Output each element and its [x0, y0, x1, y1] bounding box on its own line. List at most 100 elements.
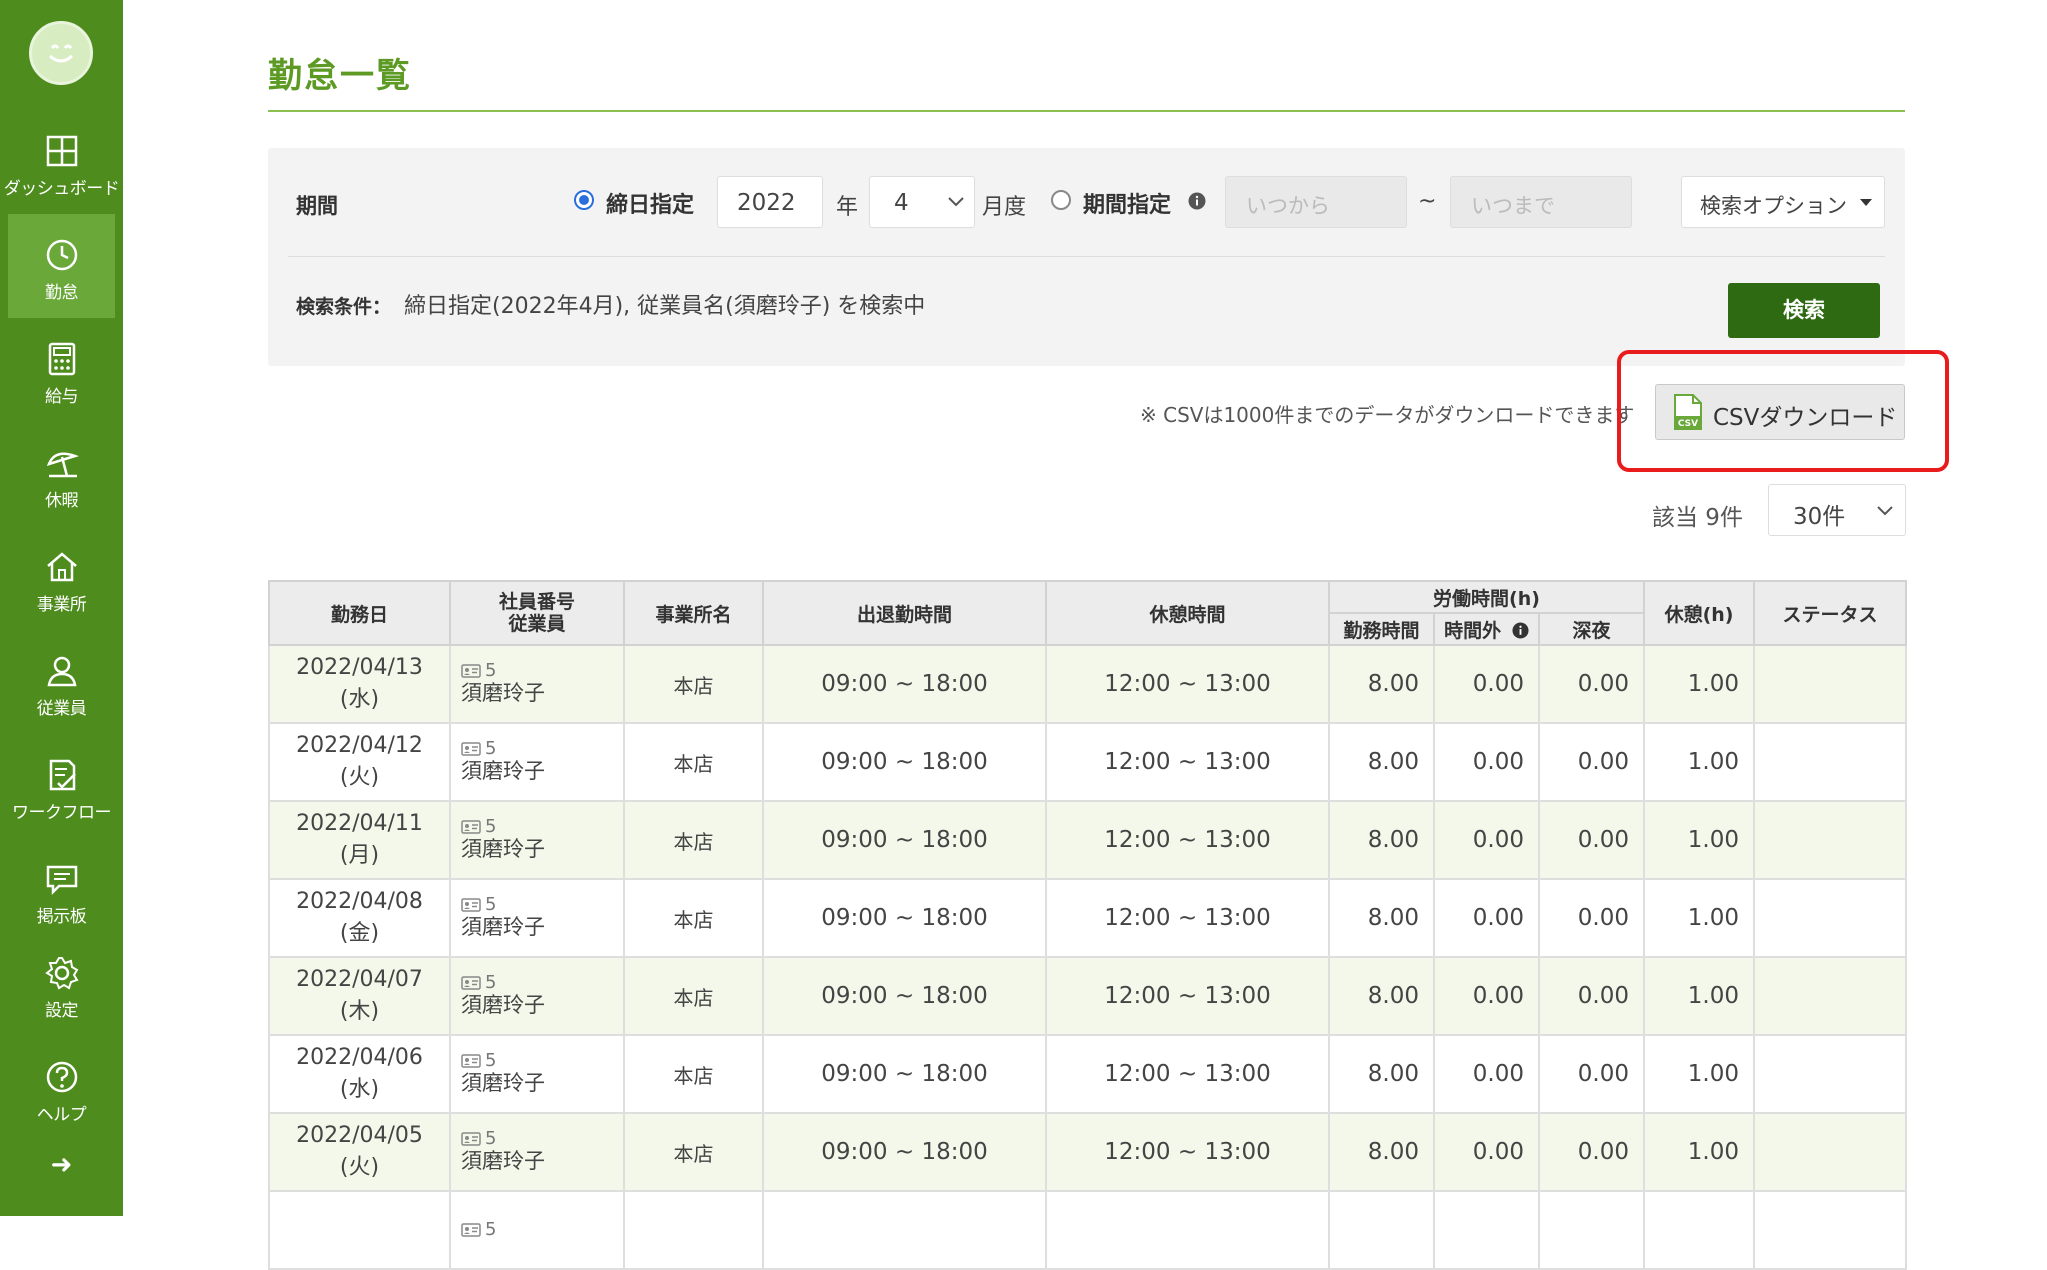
- cell-break: 12:00 ~ 13:00: [1045, 644, 1330, 724]
- header-employee[interactable]: 社員番号 従業員: [449, 580, 625, 646]
- employee-number-value: 5: [485, 738, 497, 759]
- cell-employee[interactable]: 5 須磨玲子: [449, 722, 625, 802]
- header-office[interactable]: 事業所名: [623, 580, 764, 646]
- sidebar-item-employees[interactable]: 従業員: [0, 630, 123, 734]
- gear-icon: [44, 957, 78, 990]
- csv-note: ※ CSVは1000件までのデータがダウンロードできます: [1140, 403, 1635, 427]
- sidebar-item-attendance[interactable]: 勤怠: [8, 214, 115, 318]
- table-row[interactable]: 2022/04/11 (月) 5 須磨玲子 本店 09:00 ~ 18:00 12:00 ~…: [268, 800, 1908, 880]
- sidebar-item-payroll[interactable]: 給与: [0, 318, 123, 422]
- cell-office: 本店: [623, 800, 764, 880]
- sidebar-item-label: ダッシュボード: [3, 179, 120, 199]
- smile-icon: [48, 44, 74, 63]
- table-row[interactable]: 2022/04/12 (火) 5 須磨玲子 本店 09:00 ~ 18:00 12:00 ~…: [268, 722, 1908, 802]
- calculator-icon: [48, 342, 75, 376]
- period-range-radio[interactable]: [1051, 190, 1071, 210]
- header-inout[interactable]: 出退勤時間: [762, 580, 1047, 646]
- employee-number-value: 5: [485, 894, 497, 915]
- cell-employee[interactable]: 5 須磨玲子: [449, 1034, 625, 1114]
- cell-employee[interactable]: 5 須磨玲子: [449, 956, 625, 1036]
- cell-employee[interactable]: 5 須磨玲子: [449, 644, 625, 724]
- cell-rest: 1.00: [1643, 1034, 1756, 1114]
- cell-work-hours: 8.00: [1328, 956, 1435, 1036]
- cell-night: 0.00: [1537, 1112, 1646, 1192]
- header-date[interactable]: 勤務日: [268, 580, 451, 646]
- info-icon[interactable]: [1188, 192, 1206, 210]
- id-card-icon: [461, 1054, 481, 1068]
- cell-inout: 09:00 ~ 18:00: [762, 1112, 1047, 1192]
- header-overtime-label: 時間外: [1444, 619, 1502, 642]
- cell-work-hours: 8.00: [1328, 878, 1435, 958]
- cell-inout: 09:00 ~ 18:00: [762, 800, 1047, 880]
- cell-work-hours: 8.00: [1328, 644, 1435, 724]
- cell-break: [1045, 1190, 1330, 1270]
- cell-rest: [1643, 1190, 1756, 1270]
- sidebar-item-office[interactable]: 事業所: [0, 526, 123, 630]
- header-rest[interactable]: 休憩(h): [1643, 580, 1756, 646]
- search-button[interactable]: 検索: [1728, 283, 1880, 338]
- header-night[interactable]: 深夜: [1537, 612, 1646, 646]
- search-options-button[interactable]: 検索オプション: [1681, 176, 1885, 228]
- employee-number: 5: [461, 1052, 623, 1070]
- cell-employee[interactable]: 5: [449, 1190, 625, 1270]
- employee-name: 須磨玲子: [461, 1071, 545, 1095]
- period-from-input[interactable]: いつから: [1225, 176, 1407, 228]
- cell-overtime: 0.00: [1433, 1034, 1540, 1114]
- header-work[interactable]: 勤務時間: [1328, 612, 1435, 646]
- employee-number: 5: [461, 740, 623, 758]
- clock-icon: [46, 239, 77, 271]
- table-row[interactable]: 2022/04/08 (金) 5 須磨玲子 本店 09:00 ~ 18:00 12:00 ~…: [268, 878, 1908, 958]
- sidebar-item-leave[interactable]: 休暇: [0, 422, 123, 526]
- year-input[interactable]: 2022: [717, 176, 823, 228]
- table-row[interactable]: 2022/04/07 (木) 5 須磨玲子 本店 09:00 ~ 18:00 12:00 ~…: [268, 956, 1908, 1036]
- sidebar-item-dashboard[interactable]: ダッシュボード: [0, 110, 123, 214]
- avatar[interactable]: [29, 21, 93, 85]
- per-page-value: 30件: [1793, 504, 1846, 530]
- cell-work-hours: 8.00: [1328, 1034, 1435, 1114]
- month-select[interactable]: 4: [869, 176, 975, 228]
- header-overtime[interactable]: 時間外: [1433, 612, 1540, 646]
- cell-status: [1753, 644, 1908, 724]
- header-break[interactable]: 休憩時間: [1045, 580, 1330, 646]
- id-card-icon: [461, 820, 481, 834]
- cell-overtime: 0.00: [1433, 722, 1540, 802]
- cell-employee[interactable]: 5 須磨玲子: [449, 878, 625, 958]
- cell-office: 本店: [623, 644, 764, 724]
- employee-number-value: 5: [485, 660, 497, 681]
- table-row[interactable]: 5: [268, 1190, 1908, 1270]
- header-status[interactable]: ステータス: [1753, 580, 1908, 646]
- sidebar-item-label: ワークフロー: [12, 803, 112, 823]
- id-card-icon: [461, 664, 481, 678]
- info-icon[interactable]: [1512, 621, 1529, 639]
- table-row[interactable]: 2022/04/13 (水) 5 須磨玲子 本店 09:00 ~ 18:00 12:00 ~…: [268, 644, 1908, 724]
- sidebar-item-help[interactable]: ヘルプ: [0, 1036, 123, 1140]
- cell-rest: 1.00: [1643, 644, 1756, 724]
- arrow-right-icon[interactable]: ➜: [0, 1150, 123, 1180]
- month-value: 4: [894, 190, 909, 216]
- id-card-icon: [461, 1223, 481, 1237]
- closing-date-radio[interactable]: [574, 190, 594, 210]
- period-to-input[interactable]: いつまで: [1450, 176, 1632, 228]
- cell-rest: 1.00: [1643, 722, 1756, 802]
- header-emp-no: 社員番号: [498, 591, 575, 613]
- sidebar-item-label: 従業員: [36, 699, 87, 719]
- cell-employee[interactable]: 5 須磨玲子: [449, 800, 625, 880]
- per-page-select[interactable]: 30件: [1768, 484, 1906, 536]
- cell-employee[interactable]: 5 須磨玲子: [449, 1112, 625, 1192]
- cell-rest: 1.00: [1643, 800, 1756, 880]
- sidebar-item-label: 勤怠: [45, 283, 79, 303]
- cell-break: 12:00 ~ 13:00: [1045, 800, 1330, 880]
- day-of-week: (火): [339, 1155, 380, 1180]
- sidebar-item-bulletin[interactable]: 掲示板: [0, 838, 123, 942]
- table-row[interactable]: 2022/04/05 (火) 5 須磨玲子 本店 09:00 ~ 18:00 12:00 ~…: [268, 1112, 1908, 1192]
- cell-break: 12:00 ~ 13:00: [1045, 956, 1330, 1036]
- sidebar-item-settings[interactable]: 設定: [0, 932, 123, 1036]
- employee-number-value: 5: [485, 1128, 497, 1149]
- cell-date: 2022/04/06 (水): [268, 1034, 451, 1114]
- sidebar-item-workflow[interactable]: ワークフロー: [0, 734, 123, 838]
- table-row[interactable]: 2022/04/06 (水) 5 須磨玲子 本店 09:00 ~ 18:00 12:00 ~…: [268, 1034, 1908, 1114]
- cell-inout: 09:00 ~ 18:00: [762, 878, 1047, 958]
- employee-name: 須磨玲子: [461, 681, 545, 705]
- date-value: 2022/04/13: [296, 655, 423, 680]
- conditions-text: 締日指定(2022年4月), 従業員名(須磨玲子) を検索中: [404, 294, 926, 319]
